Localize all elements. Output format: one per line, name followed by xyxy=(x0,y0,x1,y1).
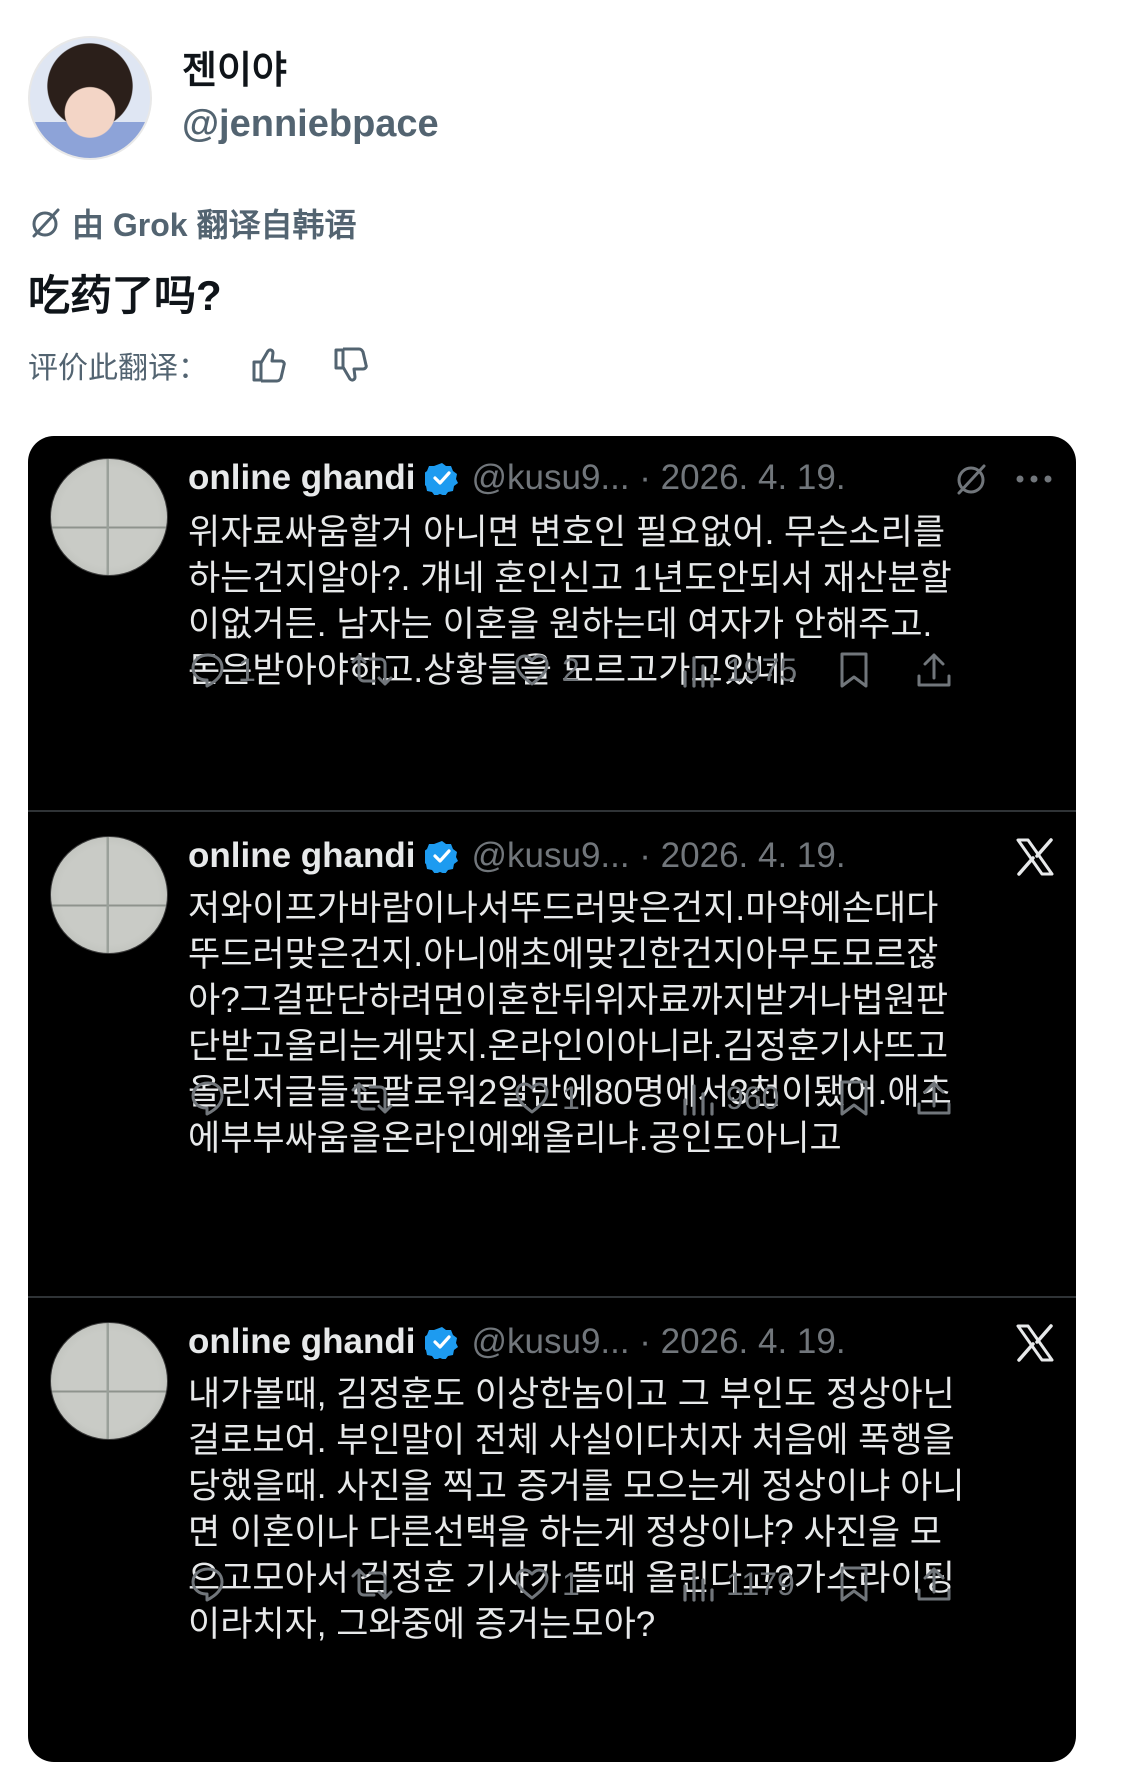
tweet-actions: 1 960 xyxy=(188,1078,1068,1128)
tweet-meta[interactable]: @kusu9... · 2026. 4. 19. xyxy=(471,1322,845,1362)
tweet-header: online ghandi @kusu9... · 2026. 4. 19. xyxy=(188,836,846,876)
grok-icon[interactable] xyxy=(952,460,990,498)
user-handle[interactable]: @jenniebpace xyxy=(182,100,439,148)
reply-icon xyxy=(191,653,224,688)
reply-button[interactable]: 1 xyxy=(188,650,256,690)
thumbs-down-button[interactable] xyxy=(330,345,370,385)
author-names: 젠이야 @jenniebpace xyxy=(182,48,439,148)
rate-label: 评价此翻译： xyxy=(28,352,208,385)
view-count: 1179 xyxy=(726,1565,795,1602)
verified-badge-icon xyxy=(425,1325,459,1359)
views-button[interactable]: 1975 xyxy=(680,650,797,690)
avatar[interactable] xyxy=(50,836,168,954)
bookmark-button[interactable] xyxy=(836,650,872,690)
retweet-button[interactable] xyxy=(350,1078,394,1118)
tweet-author-name[interactable]: online ghandi xyxy=(188,458,415,498)
bookmark-icon xyxy=(840,1566,868,1602)
avatar[interactable] xyxy=(50,458,168,576)
tweet-author-name[interactable]: online ghandi xyxy=(188,836,415,876)
bookmark-button[interactable] xyxy=(836,1564,872,1604)
retweet-button[interactable] xyxy=(350,650,394,690)
like-count: 1 xyxy=(562,1079,580,1116)
bookmark-icon xyxy=(840,652,868,688)
share-icon xyxy=(917,1567,951,1601)
views-icon xyxy=(683,1084,714,1116)
bookmark-icon xyxy=(840,1080,868,1116)
reply-button[interactable] xyxy=(188,1078,238,1118)
retweet-icon xyxy=(351,1082,393,1114)
translation-attribution: 由 Grok 翻译自韩语 xyxy=(28,200,356,246)
rate-translation: 评价此翻译： xyxy=(28,343,370,387)
divider xyxy=(28,810,1076,812)
like-button[interactable]: 2 xyxy=(512,650,580,690)
translated-by-label: 由 Grok 翻译自韩语 xyxy=(72,207,357,243)
reply-button[interactable] xyxy=(188,1564,238,1604)
like-count: 2 xyxy=(562,651,580,688)
views-icon xyxy=(683,1570,714,1602)
thumbs-up-button[interactable] xyxy=(248,345,288,385)
grok-icon xyxy=(32,208,60,238)
tweet-header: online ghandi @kusu9... · 2026. 4. 19. xyxy=(188,1322,846,1362)
reply-icon xyxy=(191,1081,224,1116)
retweet-icon xyxy=(351,1568,393,1600)
embedded-screenshot: online ghandi @kusu9... · 2026. 4. 19. 위… xyxy=(28,436,1076,1762)
like-button[interactable]: 1 xyxy=(512,1078,580,1118)
views-button[interactable]: 1179 xyxy=(680,1564,795,1604)
retweet-icon xyxy=(351,654,393,686)
x-logo-icon xyxy=(1016,1324,1054,1362)
reply-count: 1 xyxy=(238,651,256,688)
tweet-actions: 1 2 1975 xyxy=(188,650,1068,700)
view-count: 1975 xyxy=(726,651,798,688)
tweet-meta[interactable]: @kusu9... · 2026. 4. 19. xyxy=(471,458,845,498)
tweet-actions: 1 1179 xyxy=(188,1564,1068,1614)
views-icon xyxy=(683,656,714,688)
verified-badge-icon xyxy=(425,461,459,495)
avatar[interactable] xyxy=(50,1322,168,1440)
avatar[interactable] xyxy=(28,36,152,160)
heart-icon xyxy=(515,1082,549,1114)
heart-icon xyxy=(515,1568,549,1600)
tweet-meta[interactable]: @kusu9... · 2026. 4. 19. xyxy=(471,836,845,876)
tweet-author-name[interactable]: online ghandi xyxy=(188,1322,415,1362)
views-button[interactable]: 960 xyxy=(680,1078,779,1118)
view-count: 960 xyxy=(726,1079,780,1116)
divider xyxy=(28,1296,1076,1298)
thumbs-up-icon xyxy=(252,348,286,383)
thumbs-down-icon xyxy=(334,347,368,382)
share-icon xyxy=(917,1081,951,1115)
share-button[interactable] xyxy=(914,1078,954,1118)
share-button[interactable] xyxy=(914,1564,954,1604)
display-name[interactable]: 젠이야 xyxy=(182,48,439,94)
bookmark-button[interactable] xyxy=(836,1078,872,1118)
share-icon xyxy=(917,653,951,687)
translated-text: 吃药了吗? xyxy=(28,272,222,319)
share-button[interactable] xyxy=(914,650,954,690)
tweet-header: online ghandi @kusu9... · 2026. 4. 19. xyxy=(188,458,846,498)
x-logo-icon xyxy=(1016,838,1054,876)
tweet-right-icons xyxy=(952,460,1056,498)
reply-icon xyxy=(191,1567,224,1602)
verified-badge-icon xyxy=(425,839,459,873)
heart-icon xyxy=(515,654,549,686)
like-count: 1 xyxy=(562,1565,580,1602)
more-icon[interactable] xyxy=(1012,460,1056,498)
retweet-button[interactable] xyxy=(350,1564,394,1604)
tweet-right-icons xyxy=(1014,836,1056,878)
tweet-right-icons xyxy=(1014,1322,1056,1364)
post-header: 젠이야 @jenniebpace xyxy=(28,36,439,160)
like-button[interactable]: 1 xyxy=(512,1564,580,1604)
